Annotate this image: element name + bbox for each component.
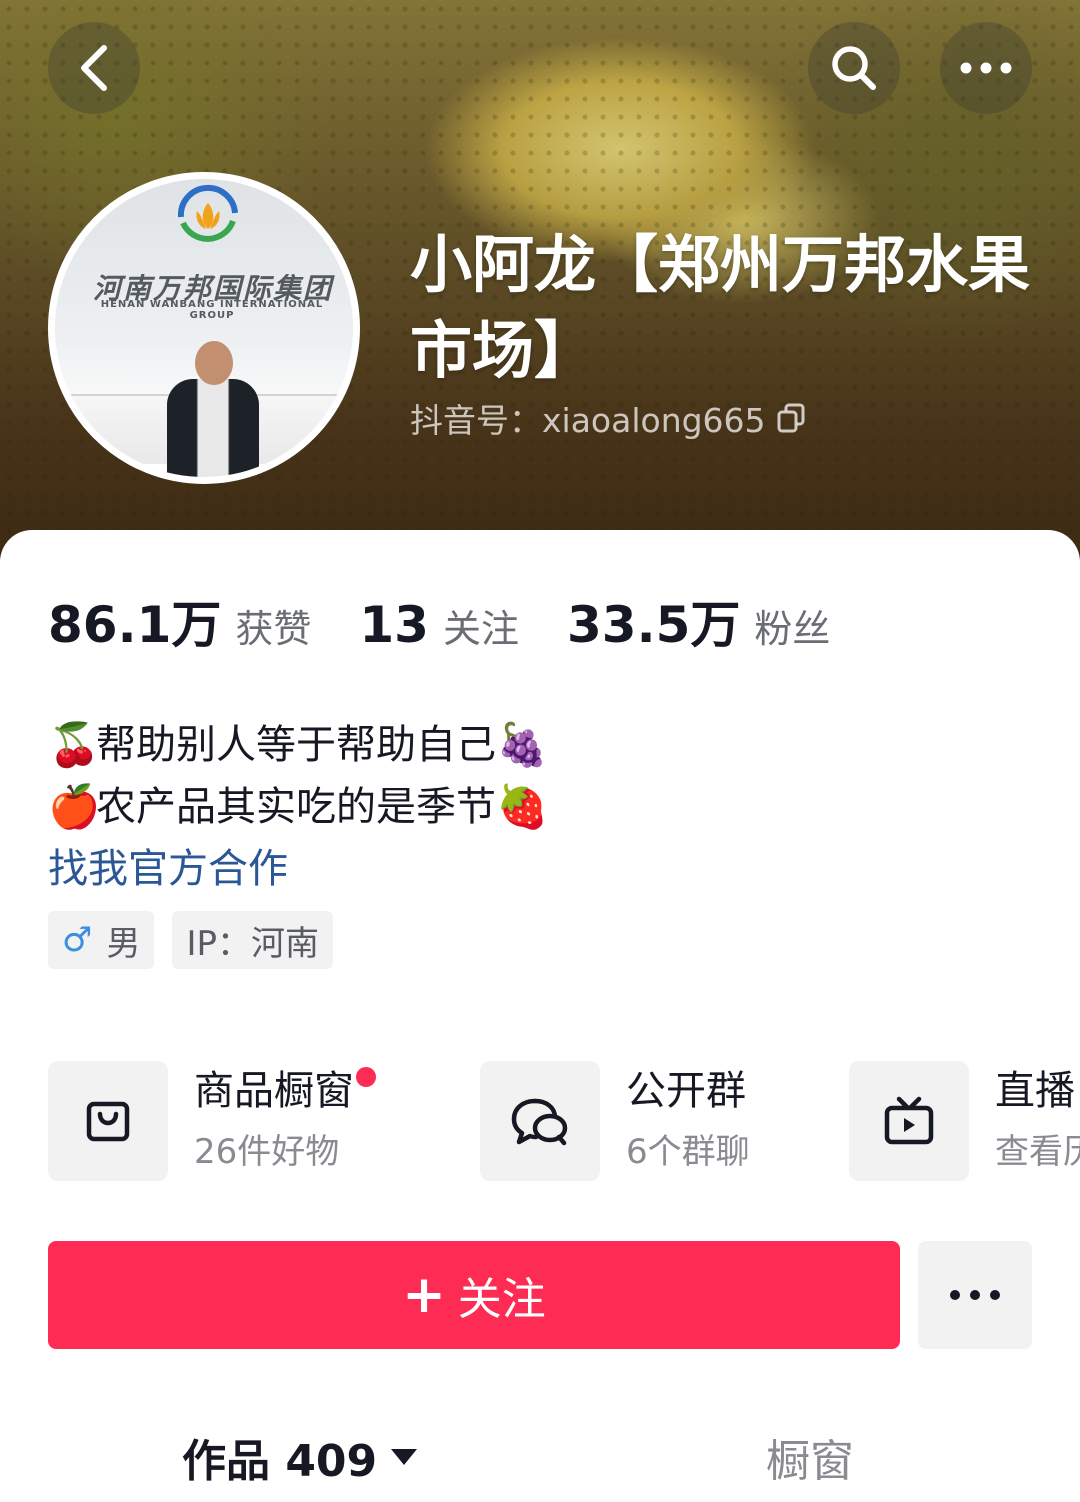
shop-window-subtitle: 26件好物 (194, 1132, 340, 1172)
plus-icon: + (402, 1265, 446, 1325)
gender-text: 男 (106, 923, 141, 964)
live-text: 直播 查看历 (995, 1063, 1080, 1179)
more-dots-icon (950, 1290, 1000, 1300)
ip-text: IP：河南 (186, 923, 320, 964)
more-button[interactable] (940, 22, 1032, 114)
shop-window-title: 商品橱窗 (194, 1068, 354, 1114)
avatar-sign-subtext: HENAN WANBANG INTERNATIONAL GROUP (100, 299, 324, 321)
live-subtitle: 查看历 (995, 1132, 1080, 1172)
stat-following-label: 关注 (442, 607, 519, 651)
stat-likes-label: 获赞 (235, 607, 312, 651)
apple-emoji-icon: 🍎 (48, 782, 101, 831)
bio-line-2: 🍎 农产品其实吃的是季节 🍓 (48, 776, 549, 838)
follow-label: 关注 (457, 1274, 546, 1325)
copy-icon[interactable] (776, 402, 806, 434)
avatar[interactable]: 河南万邦国际集团 HENAN WANBANG INTERNATIONAL GRO… (48, 172, 360, 484)
stat-followers-label: 粉丝 (754, 607, 831, 651)
profile-card: 86.1万 获赞 13 关注 33.5万 粉丝 🍒 帮助别人等于帮助自己 🍇 🍎… (0, 530, 1080, 1502)
stat-followers[interactable]: 33.5万 粉丝 (567, 585, 830, 657)
shop-window-text: 商品橱窗 26件好物 (194, 1063, 376, 1179)
notification-dot (356, 1067, 376, 1087)
stat-following-value: 13 (359, 596, 429, 654)
feature-entries: 商品橱窗 26件好物 公开群 6个群聊 直播 查看 (48, 1061, 1080, 1181)
public-group-title: 公开群 (626, 1068, 746, 1114)
shop-window-icon-box (48, 1061, 168, 1181)
douyin-id[interactable]: 抖音号：xiaoalong665 (410, 394, 806, 442)
bio-line-1: 🍒 帮助别人等于帮助自己 🍇 (48, 714, 549, 776)
stat-following[interactable]: 13 关注 (359, 596, 519, 654)
tv-play-icon (884, 1096, 934, 1145)
stat-likes[interactable]: 86.1万 获赞 (48, 585, 311, 657)
shopping-bag-icon (86, 1101, 130, 1142)
profile-tags: ♂ 男 IP：河南 (48, 911, 334, 969)
grape-emoji-icon: 🍇 (496, 720, 549, 769)
official-cooperation-link[interactable]: 找我官方合作 (48, 838, 544, 900)
company-logo-icon (177, 185, 238, 242)
more-actions-button[interactable] (918, 1241, 1032, 1349)
public-group-entry[interactable]: 公开群 6个群聊 (480, 1061, 750, 1181)
chat-bubbles-icon (511, 1098, 568, 1146)
follow-button[interactable]: + 关注 (48, 1241, 900, 1349)
ip-tag: IP：河南 (172, 911, 334, 969)
strawberry-emoji-icon: 🍓 (496, 782, 549, 831)
cherry-emoji-icon: 🍒 (48, 720, 101, 769)
search-button[interactable] (808, 22, 900, 114)
bio: 🍒 帮助别人等于帮助自己 🍇 🍎 农产品其实吃的是季节 🍓 找我官方合作 (48, 714, 549, 900)
public-group-subtitle: 6个群聊 (626, 1132, 750, 1172)
back-button[interactable] (48, 22, 140, 114)
tab-works[interactable]: 作品 409 (182, 1425, 419, 1489)
gender-tag: ♂ 男 (48, 911, 155, 969)
douyin-id-text: 抖音号：xiaoalong665 (410, 401, 766, 440)
tab-works-label: 作品 409 (182, 1436, 378, 1487)
more-dots-icon (960, 62, 1012, 74)
male-icon: ♂ (62, 920, 93, 960)
live-title: 直播 (995, 1068, 1075, 1114)
public-group-text: 公开群 6个群聊 (626, 1063, 750, 1179)
chevron-left-icon (81, 45, 107, 91)
search-icon (832, 46, 876, 90)
avatar-person-body (167, 379, 259, 477)
live-icon-box (849, 1061, 969, 1181)
avatar-person-head (195, 341, 233, 385)
profile-banner: 河南万邦国际集团 HENAN WANBANG INTERNATIONAL GRO… (0, 0, 1080, 560)
stat-likes-value: 86.1万 (48, 596, 222, 654)
live-entry[interactable]: 直播 查看历 (849, 1061, 1080, 1181)
bio-line-2-text: 农产品其实吃的是季节 (96, 784, 496, 830)
public-group-icon-box (480, 1061, 600, 1181)
bio-line-1-text: 帮助别人等于帮助自己 (96, 722, 496, 768)
tab-shop-window[interactable]: 橱窗 (766, 1425, 854, 1489)
caret-down-icon (391, 1449, 418, 1465)
stat-followers-value: 33.5万 (567, 596, 741, 654)
stats-row: 86.1万 获赞 13 关注 33.5万 粉丝 (48, 585, 878, 657)
content-tabs: 作品 409 橱窗 (0, 1425, 1080, 1502)
shop-window-entry[interactable]: 商品橱窗 26件好物 (48, 1061, 376, 1181)
profile-name: 小阿龙【郑州万邦水果市场】 (410, 228, 1031, 387)
